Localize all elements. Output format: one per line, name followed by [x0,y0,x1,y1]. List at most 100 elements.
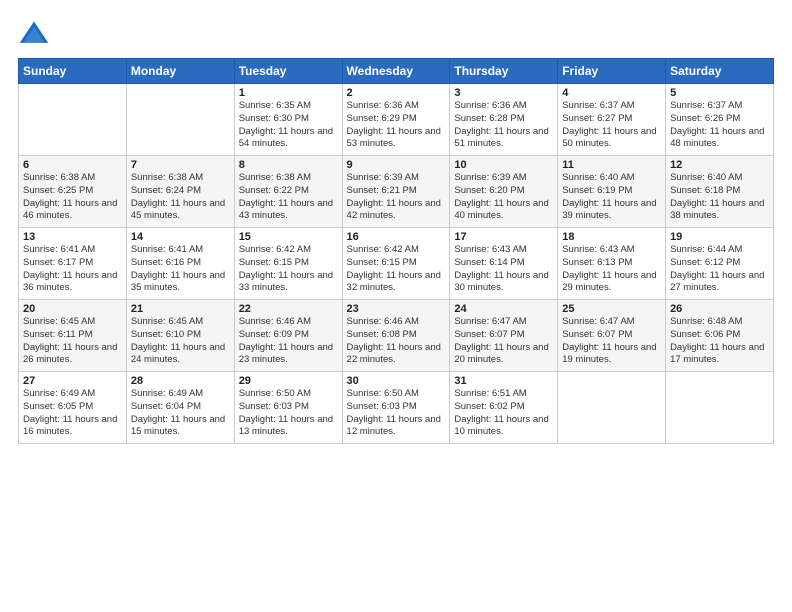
day-number: 30 [347,375,446,387]
calendar-header-monday: Monday [126,59,234,84]
day-number: 21 [131,303,230,315]
day-info: Sunrise: 6:50 AMSunset: 6:03 PMDaylight:… [239,388,338,439]
calendar-day-31: 31Sunrise: 6:51 AMSunset: 6:02 PMDayligh… [450,372,558,444]
calendar-day-26: 26Sunrise: 6:48 AMSunset: 6:06 PMDayligh… [666,300,774,372]
calendar-day-27: 27Sunrise: 6:49 AMSunset: 6:05 PMDayligh… [19,372,127,444]
day-info: Sunrise: 6:38 AMSunset: 6:25 PMDaylight:… [23,172,122,223]
calendar-day-21: 21Sunrise: 6:45 AMSunset: 6:10 PMDayligh… [126,300,234,372]
day-number: 16 [347,231,446,243]
calendar-week-3: 13Sunrise: 6:41 AMSunset: 6:17 PMDayligh… [19,228,774,300]
day-info: Sunrise: 6:40 AMSunset: 6:19 PMDaylight:… [562,172,661,223]
calendar-header-wednesday: Wednesday [342,59,450,84]
day-info: Sunrise: 6:35 AMSunset: 6:30 PMDaylight:… [239,100,338,151]
day-number: 17 [454,231,553,243]
calendar-header-saturday: Saturday [666,59,774,84]
calendar-week-2: 6Sunrise: 6:38 AMSunset: 6:25 PMDaylight… [19,156,774,228]
day-info: Sunrise: 6:45 AMSunset: 6:10 PMDaylight:… [131,316,230,367]
calendar-day-24: 24Sunrise: 6:47 AMSunset: 6:07 PMDayligh… [450,300,558,372]
day-number: 27 [23,375,122,387]
calendar-day-30: 30Sunrise: 6:50 AMSunset: 6:03 PMDayligh… [342,372,450,444]
day-number: 11 [562,159,661,171]
calendar-day-23: 23Sunrise: 6:46 AMSunset: 6:08 PMDayligh… [342,300,450,372]
calendar-empty-cell [19,84,127,156]
day-info: Sunrise: 6:49 AMSunset: 6:05 PMDaylight:… [23,388,122,439]
day-info: Sunrise: 6:39 AMSunset: 6:20 PMDaylight:… [454,172,553,223]
calendar-day-4: 4Sunrise: 6:37 AMSunset: 6:27 PMDaylight… [558,84,666,156]
day-info: Sunrise: 6:49 AMSunset: 6:04 PMDaylight:… [131,388,230,439]
calendar-day-11: 11Sunrise: 6:40 AMSunset: 6:19 PMDayligh… [558,156,666,228]
calendar-day-8: 8Sunrise: 6:38 AMSunset: 6:22 PMDaylight… [234,156,342,228]
day-number: 28 [131,375,230,387]
day-info: Sunrise: 6:37 AMSunset: 6:26 PMDaylight:… [670,100,769,151]
day-number: 18 [562,231,661,243]
calendar-header-tuesday: Tuesday [234,59,342,84]
day-number: 29 [239,375,338,387]
day-info: Sunrise: 6:43 AMSunset: 6:13 PMDaylight:… [562,244,661,295]
day-info: Sunrise: 6:50 AMSunset: 6:03 PMDaylight:… [347,388,446,439]
day-number: 4 [562,87,661,99]
day-info: Sunrise: 6:44 AMSunset: 6:12 PMDaylight:… [670,244,769,295]
day-number: 19 [670,231,769,243]
calendar-empty-cell [126,84,234,156]
day-number: 20 [23,303,122,315]
calendar-day-6: 6Sunrise: 6:38 AMSunset: 6:25 PMDaylight… [19,156,127,228]
calendar-header-sunday: Sunday [19,59,127,84]
day-number: 13 [23,231,122,243]
calendar-table: SundayMondayTuesdayWednesdayThursdayFrid… [18,58,774,444]
calendar-day-9: 9Sunrise: 6:39 AMSunset: 6:21 PMDaylight… [342,156,450,228]
header [18,18,774,50]
day-info: Sunrise: 6:41 AMSunset: 6:16 PMDaylight:… [131,244,230,295]
day-number: 25 [562,303,661,315]
day-info: Sunrise: 6:38 AMSunset: 6:22 PMDaylight:… [239,172,338,223]
page: SundayMondayTuesdayWednesdayThursdayFrid… [0,0,792,612]
day-number: 15 [239,231,338,243]
day-number: 14 [131,231,230,243]
calendar-day-7: 7Sunrise: 6:38 AMSunset: 6:24 PMDaylight… [126,156,234,228]
calendar-day-15: 15Sunrise: 6:42 AMSunset: 6:15 PMDayligh… [234,228,342,300]
calendar-week-5: 27Sunrise: 6:49 AMSunset: 6:05 PMDayligh… [19,372,774,444]
day-info: Sunrise: 6:47 AMSunset: 6:07 PMDaylight:… [562,316,661,367]
day-info: Sunrise: 6:51 AMSunset: 6:02 PMDaylight:… [454,388,553,439]
calendar-empty-cell [666,372,774,444]
calendar-header-thursday: Thursday [450,59,558,84]
day-info: Sunrise: 6:42 AMSunset: 6:15 PMDaylight:… [239,244,338,295]
day-number: 23 [347,303,446,315]
day-number: 6 [23,159,122,171]
calendar-day-10: 10Sunrise: 6:39 AMSunset: 6:20 PMDayligh… [450,156,558,228]
calendar-week-4: 20Sunrise: 6:45 AMSunset: 6:11 PMDayligh… [19,300,774,372]
day-number: 26 [670,303,769,315]
calendar-day-2: 2Sunrise: 6:36 AMSunset: 6:29 PMDaylight… [342,84,450,156]
logo [18,18,54,50]
calendar-week-1: 1Sunrise: 6:35 AMSunset: 6:30 PMDaylight… [19,84,774,156]
day-info: Sunrise: 6:41 AMSunset: 6:17 PMDaylight:… [23,244,122,295]
calendar-day-29: 29Sunrise: 6:50 AMSunset: 6:03 PMDayligh… [234,372,342,444]
calendar-day-25: 25Sunrise: 6:47 AMSunset: 6:07 PMDayligh… [558,300,666,372]
calendar-day-22: 22Sunrise: 6:46 AMSunset: 6:09 PMDayligh… [234,300,342,372]
calendar-header-friday: Friday [558,59,666,84]
calendar-day-12: 12Sunrise: 6:40 AMSunset: 6:18 PMDayligh… [666,156,774,228]
day-info: Sunrise: 6:39 AMSunset: 6:21 PMDaylight:… [347,172,446,223]
calendar-day-1: 1Sunrise: 6:35 AMSunset: 6:30 PMDaylight… [234,84,342,156]
day-number: 1 [239,87,338,99]
day-info: Sunrise: 6:45 AMSunset: 6:11 PMDaylight:… [23,316,122,367]
day-info: Sunrise: 6:36 AMSunset: 6:28 PMDaylight:… [454,100,553,151]
calendar-day-17: 17Sunrise: 6:43 AMSunset: 6:14 PMDayligh… [450,228,558,300]
day-number: 9 [347,159,446,171]
calendar-day-16: 16Sunrise: 6:42 AMSunset: 6:15 PMDayligh… [342,228,450,300]
day-info: Sunrise: 6:38 AMSunset: 6:24 PMDaylight:… [131,172,230,223]
day-number: 31 [454,375,553,387]
day-number: 10 [454,159,553,171]
day-number: 12 [670,159,769,171]
day-info: Sunrise: 6:43 AMSunset: 6:14 PMDaylight:… [454,244,553,295]
day-info: Sunrise: 6:36 AMSunset: 6:29 PMDaylight:… [347,100,446,151]
calendar-empty-cell [558,372,666,444]
day-info: Sunrise: 6:46 AMSunset: 6:09 PMDaylight:… [239,316,338,367]
calendar-day-13: 13Sunrise: 6:41 AMSunset: 6:17 PMDayligh… [19,228,127,300]
calendar-day-5: 5Sunrise: 6:37 AMSunset: 6:26 PMDaylight… [666,84,774,156]
day-number: 24 [454,303,553,315]
day-number: 8 [239,159,338,171]
day-number: 2 [347,87,446,99]
calendar-day-20: 20Sunrise: 6:45 AMSunset: 6:11 PMDayligh… [19,300,127,372]
calendar-day-18: 18Sunrise: 6:43 AMSunset: 6:13 PMDayligh… [558,228,666,300]
day-info: Sunrise: 6:37 AMSunset: 6:27 PMDaylight:… [562,100,661,151]
